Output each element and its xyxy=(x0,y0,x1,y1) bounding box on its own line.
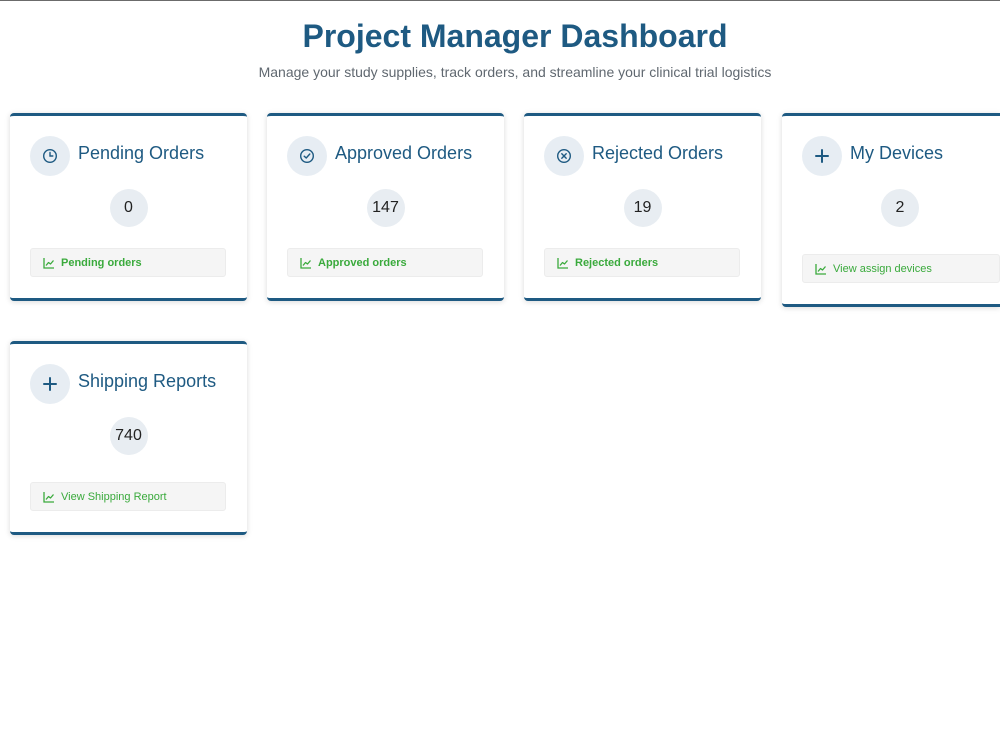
count-badge: 2 xyxy=(881,189,919,227)
chart-line-icon xyxy=(815,263,827,275)
card-rejected-orders: Rejected Orders 19 Rejected orders xyxy=(524,113,761,301)
link-label: View Shipping Report xyxy=(61,490,167,503)
card-approved-orders: Approved Orders 147 Approved orders xyxy=(267,113,504,301)
card-pending-orders: Pending Orders 0 Pending orders xyxy=(10,113,247,301)
clock-icon xyxy=(30,136,70,176)
link-label: Pending orders xyxy=(61,256,142,269)
card-title: Approved Orders xyxy=(335,143,473,163)
card-title: Shipping Reports xyxy=(78,371,217,391)
count-badge: 0 xyxy=(109,189,148,227)
link-label: Approved orders xyxy=(318,256,407,269)
page-header: Project Manager Dashboard Manage your st… xyxy=(0,0,1000,80)
count-badge: 147 xyxy=(366,189,405,227)
view-shipping-report-link[interactable]: View Shipping Report xyxy=(30,482,226,511)
pending-orders-link[interactable]: Pending orders xyxy=(30,248,226,277)
count-badge: 19 xyxy=(623,189,662,227)
plus-icon xyxy=(30,364,70,404)
link-label: View assign devices xyxy=(833,262,932,275)
count-badge: 740 xyxy=(109,417,148,455)
card-header: Pending Orders xyxy=(30,136,237,176)
link-label: Rejected orders xyxy=(575,256,659,269)
card-my-devices: My Devices 2 View assign devices xyxy=(782,113,1000,307)
card-header: Rejected Orders xyxy=(544,136,751,176)
x-circle-icon xyxy=(544,136,584,176)
card-header: Approved Orders xyxy=(287,136,494,176)
plus-icon xyxy=(802,136,842,176)
rejected-orders-link[interactable]: Rejected orders xyxy=(544,248,740,277)
card-title: My Devices xyxy=(850,143,944,163)
chart-line-icon xyxy=(43,491,55,503)
chart-line-icon xyxy=(43,257,55,269)
view-assign-devices-link[interactable]: View assign devices xyxy=(802,254,1000,283)
card-header: Shipping Reports xyxy=(30,364,237,404)
approved-orders-link[interactable]: Approved orders xyxy=(287,248,483,277)
chart-line-icon xyxy=(557,257,569,269)
card-title: Pending Orders xyxy=(78,143,205,163)
page-subtitle: Manage your study supplies, track orders… xyxy=(258,64,772,80)
check-circle-icon xyxy=(287,136,327,176)
card-shipping-reports: Shipping Reports 740 View Shipping Repor… xyxy=(10,341,247,535)
chart-line-icon xyxy=(300,257,312,269)
page-title: Project Manager Dashboard xyxy=(302,18,728,54)
card-title: Rejected Orders xyxy=(592,143,724,163)
card-header: My Devices xyxy=(802,136,990,176)
